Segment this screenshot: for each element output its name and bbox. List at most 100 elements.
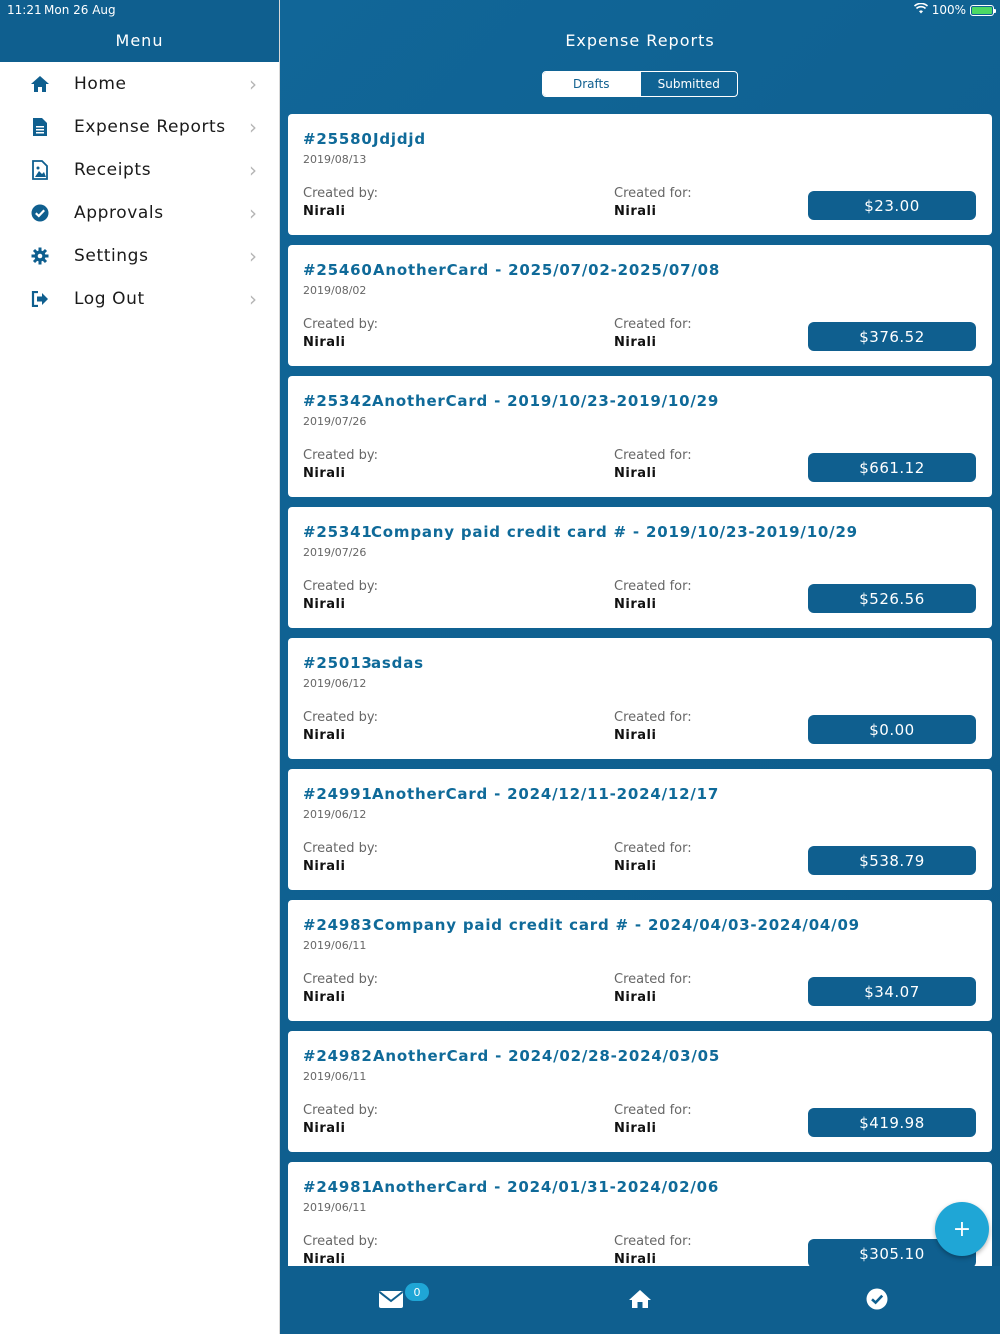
created-for-label: Created for: [614,1234,692,1249]
report-card[interactable]: #25013 asdas 2019/06/12 Created by: Nira… [288,638,992,759]
tab-submitted[interactable]: Submitted [639,72,738,96]
created-by-value: Nirali [303,1121,346,1136]
menu-item-expense-reports[interactable]: Expense Reports › [0,105,279,148]
report-name: Company paid credit card # - 2024/04/03-… [373,916,860,934]
created-for-value: Nirali [614,597,657,612]
report-number: #24983 [303,916,373,934]
report-number: #25580 [303,130,373,148]
created-for-value: Nirali [614,335,657,350]
report-list: #25580 Jdjdjd 2019/08/13 Created by: Nir… [288,114,992,1266]
amount-badge: $23.00 [808,191,976,220]
report-name: Company paid credit card # - 2019/10/23-… [371,523,858,541]
report-date: 2019/06/12 [303,808,367,821]
amount-badge: $538.79 [808,846,976,875]
tab-home[interactable] [625,1286,655,1316]
chevron-right-icon: › [249,286,257,311]
battery-icon [970,4,996,16]
side-menu: Menu Home › Expense Reports › Receipts › [0,0,280,1334]
page-title: Expense Reports [565,31,715,50]
main-panel: Expense Reports Drafts Submitted #25580 … [280,0,1000,1334]
tab-approvals[interactable] [862,1286,892,1316]
report-date: 2019/06/11 [303,939,367,952]
report-card[interactable]: #24991 AnotherCard - 2024/12/11-2024/12/… [288,769,992,890]
report-card[interactable]: #24983 Company paid credit card # - 2024… [288,900,992,1021]
created-for-label: Created for: [614,710,692,725]
tab-inbox[interactable] [376,1286,406,1316]
add-report-button[interactable]: + [935,1202,989,1256]
created-by-label: Created by: [303,317,378,332]
created-for-value: Nirali [614,466,657,481]
report-number: #25342 [303,392,373,410]
created-by-value: Nirali [303,204,346,219]
created-by-value: Nirali [303,597,346,612]
created-for-label: Created for: [614,1103,692,1118]
document-icon [30,117,50,137]
menu-item-receipts[interactable]: Receipts › [0,148,279,191]
menu-item-label: Expense Reports [74,116,226,137]
chevron-right-icon: › [249,157,257,182]
report-name: AnotherCard - 2019/10/23-2019/10/29 [372,392,720,410]
report-name: asdas [371,654,424,672]
report-date: 2019/07/26 [303,546,367,559]
amount-badge: $526.56 [808,584,976,613]
report-number: #25460 [303,261,373,279]
mail-icon [378,1289,404,1313]
report-card[interactable]: #25580 Jdjdjd 2019/08/13 Created by: Nir… [288,114,992,235]
created-by-label: Created by: [303,579,378,594]
created-by-value: Nirali [303,335,346,350]
created-for-label: Created for: [614,579,692,594]
home-icon [30,74,50,94]
created-for-value: Nirali [614,1252,657,1266]
report-name: AnotherCard - 2024/01/31-2024/02/06 [372,1178,720,1196]
amount-badge: $376.52 [808,322,976,351]
menu-item-label: Log Out [74,288,145,309]
menu-item-label: Home [74,73,127,94]
report-card[interactable]: #24981 AnotherCard - 2024/01/31-2024/02/… [288,1162,992,1266]
created-by-value: Nirali [303,728,346,743]
created-for-value: Nirali [614,728,657,743]
menu-list: Home › Expense Reports › Receipts › Appr… [0,62,279,320]
created-by-label: Created by: [303,841,378,856]
report-name: AnotherCard - 2024/12/11-2024/12/17 [372,785,720,803]
menu-item-log-out[interactable]: Log Out › [0,277,279,320]
created-for-value: Nirali [614,990,657,1005]
wifi-icon [913,2,928,17]
status-date: Mon 26 Aug [44,3,116,17]
amount-badge: $419.98 [808,1108,976,1137]
logout-icon [30,289,50,309]
created-by-label: Created by: [303,186,378,201]
chevron-right-icon: › [249,200,257,225]
tab-drafts[interactable]: Drafts [543,72,640,96]
report-date: 2019/08/02 [303,284,367,297]
created-for-value: Nirali [614,859,657,874]
menu-item-label: Settings [74,245,149,266]
report-card[interactable]: #24982 AnotherCard - 2024/02/28-2024/03/… [288,1031,992,1152]
created-by-label: Created by: [303,1234,378,1249]
menu-item-approvals[interactable]: Approvals › [0,191,279,234]
menu-item-home[interactable]: Home › [0,62,279,105]
amount-badge: $0.00 [808,715,976,744]
report-date: 2019/06/11 [303,1201,367,1214]
home-icon [628,1289,652,1313]
check-circle-icon [30,203,50,223]
menu-item-settings[interactable]: Settings › [0,234,279,277]
created-for-value: Nirali [614,204,657,219]
menu-item-label: Approvals [74,202,164,223]
report-card[interactable]: #25342 AnotherCard - 2019/10/23-2019/10/… [288,376,992,497]
created-by-label: Created by: [303,448,378,463]
created-by-label: Created by: [303,972,378,987]
status-right: 100% [913,2,996,17]
battery-percent: 100% [931,3,966,17]
created-for-label: Created for: [614,972,692,987]
report-card[interactable]: #25460 AnotherCard - 2025/07/02-2025/07/… [288,245,992,366]
report-date: 2019/06/12 [303,677,367,690]
amount-badge: $34.07 [808,977,976,1006]
amount-badge: $661.12 [808,453,976,482]
report-card[interactable]: #25341 Company paid credit card # - 2019… [288,507,992,628]
chevron-right-icon: › [249,243,257,268]
status-bar: 11:21 Mon 26 Aug 100% [0,0,1000,20]
report-date: 2019/08/13 [303,153,367,166]
menu-item-label: Receipts [74,159,152,180]
report-name: Jdjdjd [373,130,426,148]
check-circle-icon [866,1288,888,1314]
